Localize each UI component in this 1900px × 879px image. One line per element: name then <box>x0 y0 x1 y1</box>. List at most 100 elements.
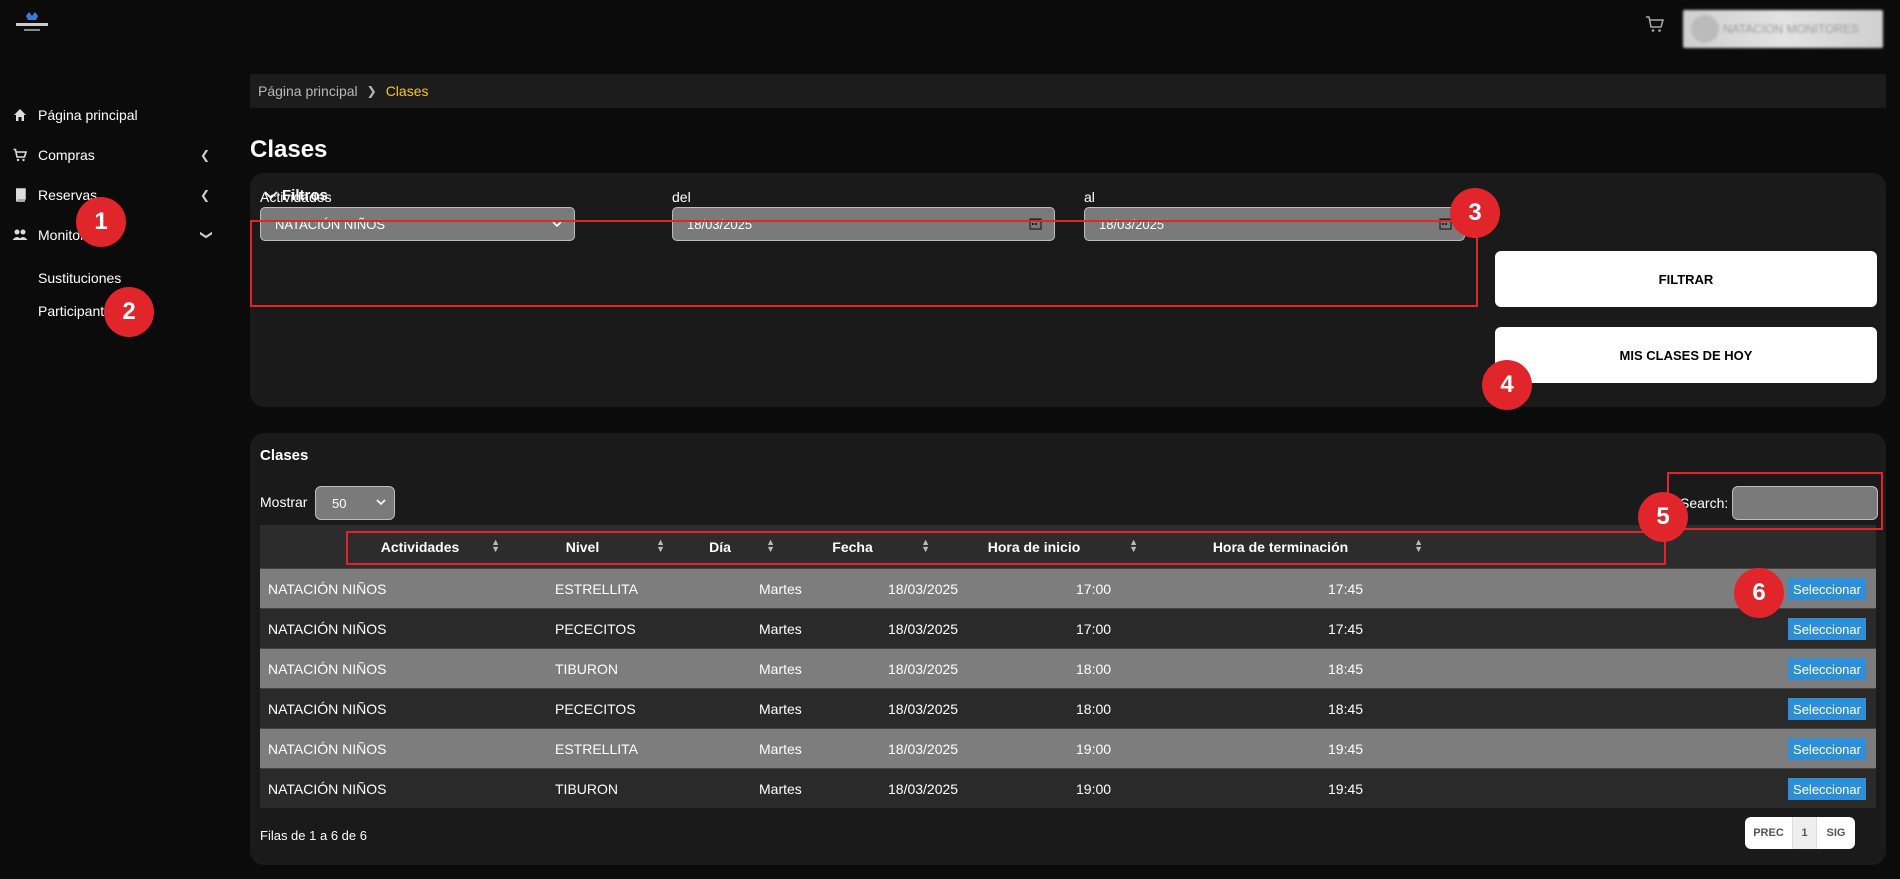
column-header-hora-inicio[interactable]: Hora de inicio ▲ ▼ <box>930 525 1138 568</box>
table-cell: 19:45 <box>1328 781 1364 797</box>
table-cell: ESTRELLITA <box>555 581 638 597</box>
show-entries-value: 50 <box>332 495 347 511</box>
calendar-icon[interactable] <box>1029 217 1042 233</box>
select-class-button[interactable]: Seleccionar <box>1788 658 1866 680</box>
table-row: NATACIÓN NIÑOS ESTRELLITA Martes 18/03/2025… <box>260 568 1876 608</box>
table-cell: 18/03/2025 <box>888 741 959 757</box>
annotation-badge-2: 2 <box>104 287 154 337</box>
prev-page-button[interactable]: PREC <box>1745 817 1793 849</box>
table-row: NATACIÓN NIÑOS PECECITOS Martes 18/03/2025 1… <box>260 688 1876 728</box>
show-entries-label: Mostrar <box>260 494 308 510</box>
table-row: NATACIÓN NIÑOS TIBURON Martes 18/03/2025 18:… <box>260 648 1876 688</box>
sidebar-item-home[interactable]: Página principal <box>0 95 230 135</box>
top-bar: NATACION MONITORES <box>0 0 1900 60</box>
select-class-button[interactable]: Seleccionar <box>1788 618 1866 640</box>
table-cell: Martes <box>759 781 802 797</box>
column-header-label: Fecha <box>832 538 873 555</box>
sort-icon: ▲ ▼ <box>766 537 775 554</box>
column-header-fecha[interactable]: Fecha ▲ ▼ <box>775 525 930 568</box>
user-menu[interactable]: NATACION MONITORES <box>1683 10 1883 48</box>
table-cell: 17:45 <box>1328 581 1364 597</box>
classes-table: Actividades ▲ ▼ Nivel ▲ ▼ Día ▲ ▼ Fecha ▲ ▼ Hora… <box>260 525 1876 808</box>
column-header-label: Actividades <box>380 538 460 555</box>
table-cell: NATACIÓN NIÑOS <box>268 701 387 717</box>
select-class-button[interactable]: Seleccionar <box>1788 738 1866 760</box>
to-date-label: al <box>1084 189 1095 205</box>
table-cell: Martes <box>759 581 802 597</box>
annotation-badge-4: 4 <box>1482 360 1532 410</box>
chevron-left-icon: ❮ <box>200 188 211 202</box>
activity-select-value: NATACIÓN NIÑOS <box>275 216 386 232</box>
column-header-label: Hora de terminación <box>1212 538 1349 555</box>
classes-panel: Clases Mostrar 50 Search: Actividades ▲ ▼ … <box>250 433 1886 865</box>
to-date-input[interactable]: 18/03/2025 <box>1084 207 1465 241</box>
show-entries-select[interactable]: 50 <box>315 486 395 520</box>
table-cell: NATACIÓN NIÑOS <box>268 741 387 757</box>
filters-panel: Filtros Actividades NATACIÓN NIÑOS del 1… <box>250 173 1886 407</box>
column-header-dia[interactable]: Día ▲ ▼ <box>665 525 775 568</box>
pagination: PREC 1 SIG <box>1745 817 1855 849</box>
column-header-label: Día <box>709 538 731 555</box>
breadcrumb-home[interactable]: Página principal <box>258 83 358 99</box>
chevron-left-icon: ❮ <box>200 148 211 162</box>
chevron-down-icon: ❮ <box>198 229 213 241</box>
table-info: Filas de 1 a 6 de 6 <box>260 828 367 843</box>
table-cell: NATACIÓN NIÑOS <box>268 581 387 597</box>
page-title: Clases <box>250 136 328 163</box>
table-cell: TIBURON <box>555 781 618 797</box>
sidebar-item-label: Compras <box>38 147 95 163</box>
table-cell: PECECITOS <box>555 701 636 717</box>
table-cell: 18/03/2025 <box>888 621 959 637</box>
table-cell: 18:00 <box>1076 661 1112 677</box>
table-row: NATACIÓN NIÑOS TIBURON Martes 18/03/2025 19:… <box>260 768 1876 808</box>
from-date-input[interactable]: 18/03/2025 <box>672 207 1055 241</box>
table-cell: NATACIÓN NIÑOS <box>268 621 387 637</box>
search-input[interactable] <box>1732 486 1878 520</box>
sidebar-item-compras[interactable]: Compras ❮ <box>0 135 230 175</box>
table-cell: NATACIÓN NIÑOS <box>268 661 387 677</box>
sort-icon: ▲ ▼ <box>1414 537 1423 554</box>
table-cell: ESTRELLITA <box>555 741 638 757</box>
workout-logo[interactable] <box>12 10 52 36</box>
users-icon <box>12 227 28 243</box>
activity-label: Actividades <box>260 189 332 205</box>
classes-title: Clases <box>260 447 309 464</box>
next-page-button[interactable]: SIG <box>1817 817 1855 849</box>
column-header-hora-terminacion[interactable]: Hora de terminación ▲ ▼ <box>1138 525 1423 568</box>
select-class-button[interactable]: Seleccionar <box>1788 578 1866 600</box>
table-cell: 19:00 <box>1076 741 1112 757</box>
table-cell: 19:00 <box>1076 781 1112 797</box>
user-name: NATACION MONITORES <box>1723 22 1860 36</box>
today-classes-button[interactable]: MIS CLASES DE HOY <box>1495 327 1877 383</box>
table-cell: 18:45 <box>1328 701 1364 717</box>
annotation-badge-3: 3 <box>1450 188 1500 238</box>
table-cell: 18:45 <box>1328 661 1364 677</box>
select-class-button[interactable]: Seleccionar <box>1788 778 1866 800</box>
table-cell: PECECITOS <box>555 621 636 637</box>
column-header-actividades[interactable]: Actividades ▲ ▼ <box>340 525 500 568</box>
table-cell: 17:00 <box>1076 581 1112 597</box>
table-row: NATACIÓN NIÑOS ESTRELLITA Martes 18/03/2025… <box>260 728 1876 768</box>
page-1-button[interactable]: 1 <box>1793 817 1817 849</box>
table-cell: 19:45 <box>1328 741 1364 757</box>
table-cell: Martes <box>759 661 802 677</box>
home-icon <box>12 107 28 123</box>
table-cell: NATACIÓN NIÑOS <box>268 781 387 797</box>
table-cell: Martes <box>759 741 802 757</box>
filter-button[interactable]: FILTRAR <box>1495 251 1877 307</box>
column-header-label: Hora de inicio <box>987 538 1081 555</box>
select-class-button[interactable]: Seleccionar <box>1788 698 1866 720</box>
cart-icon[interactable] <box>1645 14 1667 36</box>
sort-icon: ▲ ▼ <box>1129 537 1138 554</box>
activity-select[interactable]: NATACIÓN NIÑOS <box>260 207 575 241</box>
to-date-value: 18/03/2025 <box>1099 216 1165 232</box>
chevron-down-icon <box>552 217 562 231</box>
search-label: Search: <box>1680 495 1729 511</box>
sidebar-subitem-sustituciones[interactable]: Sustituciones <box>0 261 230 294</box>
chevron-right-icon: ❯ <box>366 84 377 98</box>
breadcrumb-current: Clases <box>385 83 429 99</box>
avatar <box>1691 15 1719 43</box>
column-header-nivel[interactable]: Nivel ▲ ▼ <box>500 525 665 568</box>
column-header-label: Nivel <box>565 538 600 555</box>
annotation-badge-1: 1 <box>76 197 126 247</box>
